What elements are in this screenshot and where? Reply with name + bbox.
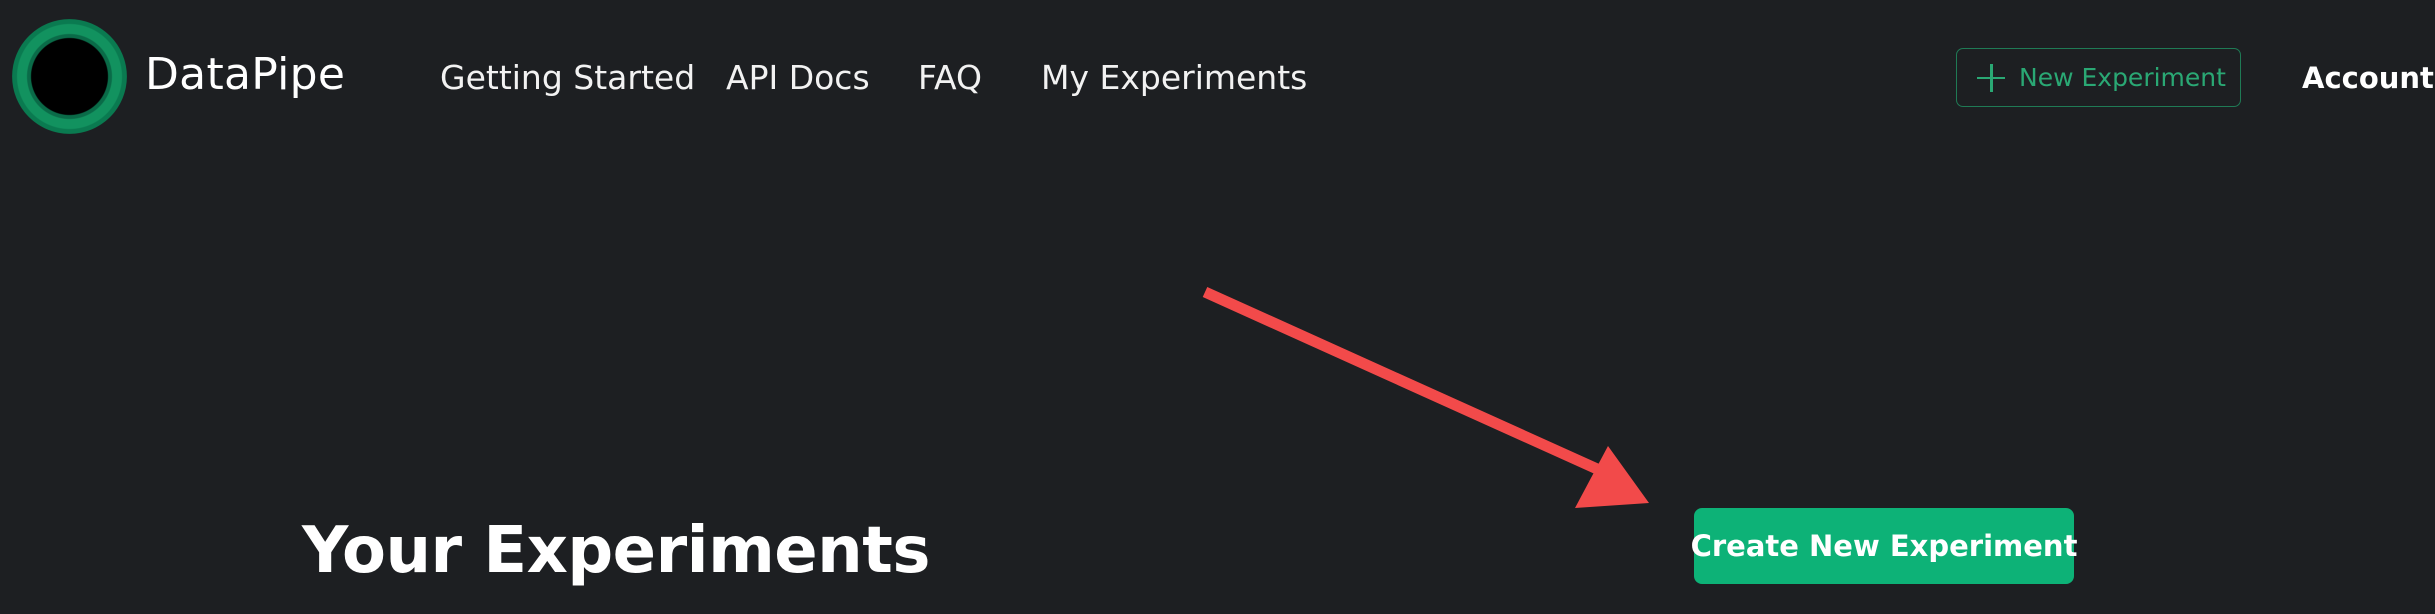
- datapipe-logo-icon[interactable]: [12, 19, 127, 134]
- nav-api-docs[interactable]: API Docs: [726, 58, 870, 98]
- page: DataPipe Getting Started API Docs FAQ My…: [0, 0, 2435, 614]
- navbar: DataPipe Getting Started API Docs FAQ My…: [0, 0, 2435, 155]
- nav-faq[interactable]: FAQ: [918, 58, 982, 98]
- new-experiment-label: New Experiment: [2019, 62, 2226, 92]
- arrow-shaft: [1202, 286, 1609, 479]
- new-experiment-button[interactable]: New Experiment: [1956, 48, 2241, 107]
- nav-my-experiments[interactable]: My Experiments: [1041, 58, 1307, 98]
- account-link[interactable]: Account: [2302, 60, 2434, 96]
- arrow-head: [1575, 446, 1649, 508]
- plus-icon: [1977, 63, 2005, 92]
- create-new-experiment-button[interactable]: Create New Experiment: [1691, 508, 2077, 584]
- nav-getting-started[interactable]: Getting Started: [440, 58, 695, 98]
- brand-name[interactable]: DataPipe: [145, 48, 345, 102]
- page-title: Your Experiments: [302, 514, 930, 588]
